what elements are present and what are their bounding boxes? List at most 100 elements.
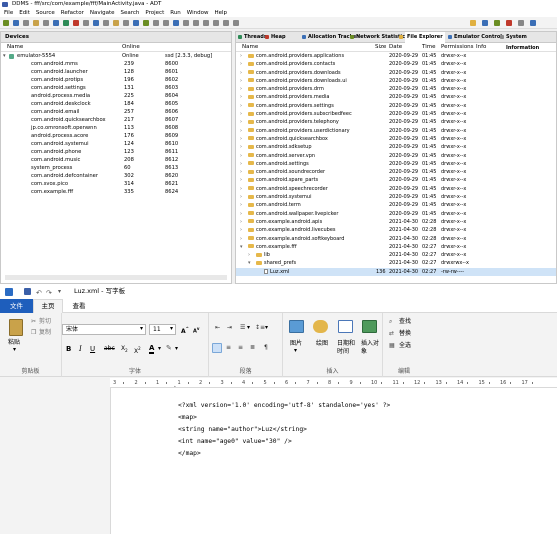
file-row[interactable]: › com.android.providers.downloads 2020-09-… — [236, 69, 556, 77]
expand-arrow-icon[interactable]: › — [240, 185, 242, 193]
decrease-indent-icon[interactable]: ⇤ — [215, 324, 220, 332]
file-row[interactable]: › com.android.quicksearchbox 2020-09-29 01:… — [236, 135, 556, 143]
paint-icon[interactable] — [313, 320, 328, 333]
font-family-dropdown-icon[interactable]: ▾ — [140, 325, 143, 333]
document-line[interactable]: <string name="author">Luz</string> — [178, 424, 307, 436]
devices-tab[interactable]: Devices — [1, 32, 231, 43]
process-row[interactable]: system_process 60 8613 — [1, 164, 231, 172]
expand-arrow-icon[interactable]: › — [240, 135, 242, 143]
perspective-icon[interactable] — [470, 20, 476, 26]
col-name[interactable]: Name — [242, 43, 258, 52]
perspective-icon[interactable] — [482, 20, 488, 26]
font-family-select[interactable]: 宋体 — [62, 324, 146, 335]
toolbar-button-icon[interactable] — [203, 20, 209, 26]
paste-icon[interactable] — [9, 319, 23, 336]
file-row[interactable]: › com.android.soundrecorder 2020-09-29 01:4… — [236, 168, 556, 176]
expand-arrow-icon[interactable]: › — [240, 201, 242, 209]
menu-item[interactable]: File — [4, 10, 13, 16]
ruler[interactable]: 3 2 1 1 2 3 4 5 6 7 8 9 10 11 12 13 14 15 16 17 ▲ — [110, 378, 557, 388]
process-row[interactable]: com.android.phone 123 8611 — [1, 148, 231, 156]
expand-arrow-icon[interactable]: › — [240, 60, 242, 68]
file-row[interactable]: Luz.xml 136 2021-04-30 02:27 -rw-rw---- — [236, 267, 556, 277]
perspective-icon[interactable] — [506, 20, 512, 26]
toolbar-button-icon[interactable] — [73, 20, 79, 26]
process-row[interactable]: com.android.protips 196 8602 — [1, 76, 231, 84]
bold-icon[interactable]: B — [66, 345, 71, 353]
expand-arrow-icon[interactable]: › — [240, 110, 242, 118]
expand-arrow-icon[interactable]: › — [240, 85, 242, 93]
superscript-icon[interactable]: X2 — [134, 345, 141, 356]
toolbar-button-icon[interactable] — [33, 20, 39, 26]
expand-arrow-icon[interactable]: › — [240, 118, 242, 126]
toolbar-button-icon[interactable] — [53, 20, 59, 26]
toolbar-button-icon[interactable] — [113, 20, 119, 26]
toolbar-button-icon[interactable] — [223, 20, 229, 26]
toolbar-button-icon[interactable] — [13, 20, 19, 26]
file-row[interactable]: › com.android.systemui 2020-09-29 01:45 drwx… — [236, 193, 556, 201]
bullets-icon[interactable]: ☰ — [240, 324, 245, 332]
highlight-dropdown-icon[interactable]: ▾ — [175, 345, 178, 353]
toolbar-button-icon[interactable] — [213, 20, 219, 26]
expand-arrow-icon[interactable]: › — [248, 251, 250, 259]
datetime-button[interactable]: 日期和时间 — [337, 340, 357, 356]
toolbar-button-icon[interactable] — [23, 20, 29, 26]
expand-arrow-icon[interactable]: › — [240, 226, 242, 234]
tab-home[interactable]: 主页 — [33, 299, 63, 313]
col-date[interactable]: Date — [389, 43, 402, 52]
process-row[interactable]: com.example.fff 335 8624 — [1, 188, 231, 196]
process-row[interactable]: com.android.music 208 8612 — [1, 156, 231, 164]
qat-dropdown-icon[interactable]: ▾ — [58, 284, 61, 299]
file-row[interactable]: › com.android.spare_parts 2020-09-29 01:45 d… — [236, 176, 556, 184]
col-name[interactable]: Name — [7, 43, 23, 52]
align-right-icon[interactable]: ≡ — [238, 344, 243, 352]
expand-arrow-icon[interactable]: › — [240, 193, 242, 201]
toolbar-button-icon[interactable] — [133, 20, 139, 26]
toolbar-button-icon[interactable] — [153, 20, 159, 26]
process-row[interactable]: jp.co.omronsoft.openwnn 113 8608 — [1, 124, 231, 132]
tab-file[interactable]: 文件 — [0, 299, 33, 313]
col-info[interactable]: Info — [476, 43, 486, 52]
expand-arrow-icon[interactable]: › — [240, 218, 242, 226]
expand-arrow-icon[interactable]: › — [240, 52, 242, 60]
copy-icon[interactable]: ❐ — [31, 329, 36, 337]
file-row[interactable]: › com.android.providers.applications 2020-… — [236, 52, 556, 60]
file-row[interactable]: › lib 2021-04-30 02:27 drwxr-x--x — [236, 251, 556, 259]
font-size-dropdown-icon[interactable]: ▾ — [170, 325, 173, 333]
menu-item[interactable]: Edit — [19, 10, 30, 16]
perspective-icon[interactable] — [494, 20, 500, 26]
file-row[interactable]: › com.android.providers.drm 2020-09-29 01:4… — [236, 85, 556, 93]
object-icon[interactable] — [362, 320, 377, 333]
expand-arrow-icon[interactable]: › — [240, 127, 242, 135]
toolbar-button-icon[interactable] — [83, 20, 89, 26]
file-row[interactable]: › com.android.sdksetup 2020-09-29 01:45 drwx… — [236, 143, 556, 151]
align-left-icon[interactable] — [212, 343, 222, 353]
find-button[interactable]: 查找 — [399, 318, 411, 326]
file-row[interactable]: › com.android.providers.downloads.ui 2020-… — [236, 77, 556, 85]
underline-icon[interactable]: U — [90, 345, 95, 353]
select-all-icon[interactable]: ▦ — [389, 342, 395, 350]
picture-icon[interactable] — [289, 320, 304, 333]
toolbar-button-icon[interactable] — [173, 20, 179, 26]
replace-button[interactable]: 替换 — [399, 330, 411, 338]
justify-icon[interactable]: ≣ — [250, 344, 255, 352]
find-icon[interactable]: ⌕ — [389, 318, 392, 326]
perspective-icon[interactable] — [530, 20, 536, 26]
file-row[interactable]: › com.android.providers.subscribedfeec 202… — [236, 110, 556, 118]
toolbar-button-icon[interactable] — [233, 20, 239, 26]
undo-icon[interactable]: ↶ — [36, 286, 42, 299]
redo-icon[interactable]: ↷ — [46, 286, 52, 299]
file-row[interactable]: › com.android.term 2020-09-29 01:45 drwxr-x-… — [236, 201, 556, 209]
shrink-font-icon[interactable]: Av — [193, 325, 199, 336]
bullets-dropdown-icon[interactable]: ▾ — [247, 324, 250, 332]
expand-arrow-icon[interactable]: › — [240, 152, 242, 160]
document-line[interactable]: </map> — [178, 448, 201, 460]
expand-arrow-icon[interactable]: ▾ — [3, 52, 6, 60]
strikethrough-icon[interactable]: abc — [104, 345, 115, 353]
document-line[interactable]: <int name="age0" value="30" /> — [178, 436, 292, 448]
expand-arrow-icon[interactable]: ▾ — [248, 259, 251, 267]
process-row[interactable]: com.android.quicksearchbox 217 8607 — [1, 116, 231, 124]
paste-dropdown-icon[interactable]: ▾ — [13, 346, 16, 354]
emulator-row[interactable]: ▾ emulator-5554 Online ssd [2.3.3, debug… — [1, 52, 231, 60]
font-color-dropdown-icon[interactable]: ▾ — [158, 345, 161, 353]
file-row[interactable]: › com.android.settings 2020-09-29 01:45 drwx… — [236, 160, 556, 168]
